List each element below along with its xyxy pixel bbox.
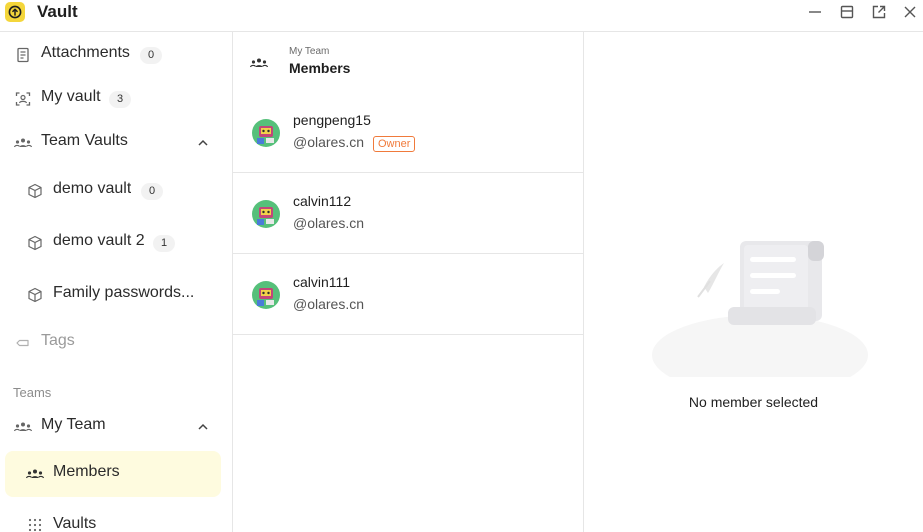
chevron-up-icon[interactable] bbox=[196, 136, 210, 150]
count-badge: 3 bbox=[109, 91, 131, 108]
empty-state-text: No member selected bbox=[688, 394, 819, 410]
member-row[interactable]: pengpeng15 @olares.cn Owner bbox=[233, 92, 583, 173]
sidebar-item-label: Vaults bbox=[53, 515, 97, 532]
member-row[interactable]: calvin111 @olares.cn bbox=[233, 254, 583, 335]
chevron-up-icon[interactable] bbox=[196, 420, 210, 434]
close-icon[interactable] bbox=[901, 3, 919, 21]
member-domain: @olares.cn bbox=[293, 134, 365, 150]
member-name: calvin112 bbox=[293, 193, 352, 209]
owner-badge: Owner bbox=[373, 136, 416, 152]
team-icon bbox=[13, 418, 33, 436]
members-icon bbox=[249, 55, 269, 71]
list-header-subtitle: My Team bbox=[289, 46, 330, 57]
popout-icon[interactable] bbox=[870, 3, 888, 21]
avatar bbox=[252, 200, 280, 228]
count-badge: 0 bbox=[141, 183, 163, 200]
title-bar: Vault bbox=[0, 0, 923, 32]
member-name: calvin111 bbox=[293, 274, 351, 290]
section-label-teams: Teams bbox=[13, 385, 52, 400]
user-scan-icon bbox=[14, 90, 32, 108]
sidebar-item-attachments[interactable]: Attachments 0 bbox=[5, 32, 221, 78]
list-header-title: Members bbox=[289, 60, 351, 76]
member-domain: @olares.cn bbox=[293, 296, 365, 312]
sidebar: Attachments 0 My vault 3 Team Vaults dem… bbox=[0, 32, 233, 532]
members-icon bbox=[25, 465, 45, 483]
avatar bbox=[252, 119, 280, 147]
count-badge: 0 bbox=[140, 47, 162, 64]
maximize-icon[interactable] bbox=[838, 3, 856, 21]
sidebar-item-label: demo vault bbox=[53, 180, 132, 197]
empty-scroll-illustration bbox=[652, 237, 868, 395]
member-list-pane: My Team Members pengpeng15 @olares.cn Ow… bbox=[233, 32, 584, 532]
sidebar-item-family-passwords[interactable]: Family passwords... bbox=[5, 272, 221, 318]
sidebar-item-label: Team Vaults bbox=[41, 132, 128, 149]
document-icon bbox=[14, 46, 32, 64]
vault-logo-icon bbox=[5, 2, 25, 22]
sidebar-item-my-team[interactable]: My Team bbox=[5, 404, 221, 450]
team-icon bbox=[13, 134, 33, 152]
sidebar-item-tags[interactable]: Tags bbox=[5, 320, 221, 366]
member-detail-pane: No member selected bbox=[584, 32, 923, 532]
grid-dots-icon bbox=[26, 516, 44, 532]
count-badge: 1 bbox=[153, 235, 175, 252]
sidebar-item-team-vaults[interactable]: Team Vaults bbox=[5, 120, 221, 166]
sidebar-item-label: Members bbox=[53, 463, 120, 480]
sidebar-item-label: Tags bbox=[41, 332, 75, 349]
member-row[interactable]: calvin112 @olares.cn bbox=[233, 173, 583, 254]
tag-icon bbox=[14, 334, 32, 352]
sidebar-item-demo-vault-2[interactable]: demo vault 2 1 bbox=[5, 220, 221, 266]
sidebar-item-label: demo vault 2 bbox=[53, 232, 145, 249]
member-domain: @olares.cn bbox=[293, 215, 365, 231]
avatar bbox=[252, 281, 280, 309]
minimize-icon[interactable] bbox=[806, 3, 824, 21]
cube-icon bbox=[26, 286, 44, 304]
sidebar-item-label: Attachments bbox=[41, 44, 130, 61]
sidebar-item-label: Family passwords... bbox=[53, 284, 195, 301]
sidebar-item-label: My Team bbox=[41, 416, 106, 433]
cube-icon bbox=[26, 234, 44, 252]
sidebar-item-label: My vault bbox=[41, 88, 101, 105]
app-title: Vault bbox=[37, 2, 78, 21]
sidebar-item-members[interactable]: Members bbox=[5, 451, 221, 497]
sidebar-item-vaults[interactable]: Vaults bbox=[5, 504, 221, 532]
cube-icon bbox=[26, 182, 44, 200]
sidebar-item-demo-vault[interactable]: demo vault 0 bbox=[5, 168, 221, 214]
member-name: pengpeng15 bbox=[293, 112, 371, 128]
sidebar-item-my-vault[interactable]: My vault 3 bbox=[5, 76, 221, 122]
